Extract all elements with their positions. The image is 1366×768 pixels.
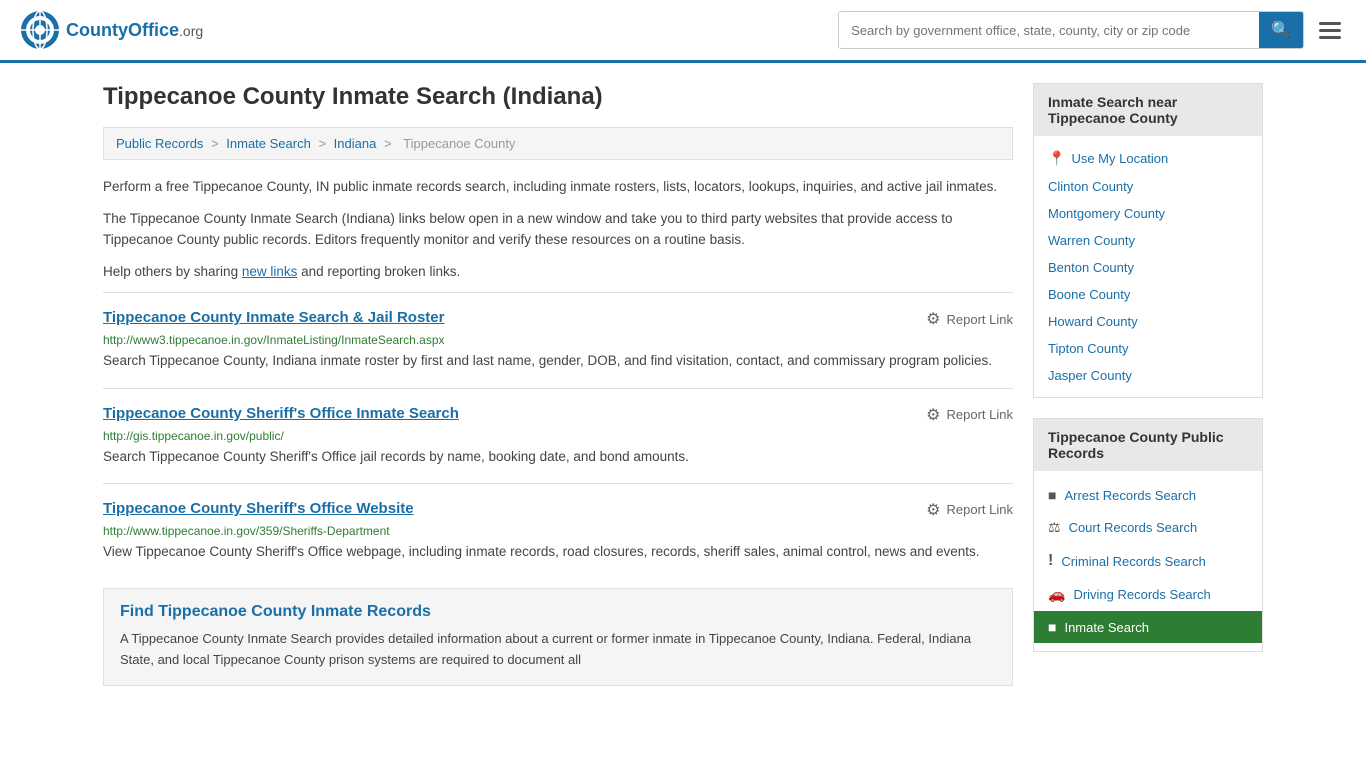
nearby-title: Inmate Search near Tippecanoe County [1034,84,1262,136]
result-1-header: Tippecanoe County Inmate Search & Jail R… [103,309,1013,329]
result-item-3: Tippecanoe County Sheriff's Office Websi… [103,483,1013,578]
arrest-icon: ■ [1048,487,1056,503]
breadcrumb-sep-2: > [318,136,329,151]
result-1-url[interactable]: http://www3.tippecanoe.in.gov/InmateList… [103,333,1013,347]
sidebar-item-benton[interactable]: Benton County [1034,254,1262,281]
result-3-title[interactable]: Tippecanoe County Sheriff's Office Websi… [103,500,414,517]
page-title: Tippecanoe County Inmate Search (Indiana… [103,83,1013,111]
nearby-box: Inmate Search near Tippecanoe County 📍 U… [1033,83,1263,398]
result-3-url[interactable]: http://www.tippecanoe.in.gov/359/Sheriff… [103,524,1013,538]
sidebar-item-warren[interactable]: Warren County [1034,227,1262,254]
public-criminal-records[interactable]: ! Criminal Records Search [1034,544,1262,578]
breadcrumb-public-records[interactable]: Public Records [116,136,203,151]
result-1-report-label: Report Link [947,312,1013,327]
breadcrumb-indiana[interactable]: Indiana [334,136,377,151]
breadcrumb-inmate-search[interactable]: Inmate Search [226,136,311,151]
driving-records-link[interactable]: Driving Records Search [1073,587,1210,602]
court-records-link[interactable]: Court Records Search [1069,520,1198,535]
find-records-title: Find Tippecanoe County Inmate Records [120,603,996,621]
location-icon: 📍 [1048,150,1065,167]
find-records-text: A Tippecanoe County Inmate Search provid… [120,629,996,671]
report-icon-1: ⚙ [926,309,940,329]
intro-text-3: Help others by sharing new links and rep… [103,261,1013,283]
driving-icon: 🚗 [1048,586,1065,603]
sidebar-item-clinton[interactable]: Clinton County [1034,173,1262,200]
use-my-location[interactable]: 📍 Use My Location [1034,144,1262,173]
result-1-title[interactable]: Tippecanoe County Inmate Search & Jail R… [103,309,444,326]
sidebar-item-boone[interactable]: Boone County [1034,281,1262,308]
site-header: CountyOffice.org 🔍 [0,0,1366,63]
inmate-search-link[interactable]: Inmate Search [1064,620,1149,635]
use-location-label: Use My Location [1071,151,1168,166]
find-records-section: Find Tippecanoe County Inmate Records A … [103,588,1013,686]
report-icon-2: ⚙ [926,405,940,425]
clinton-county-link[interactable]: Clinton County [1048,179,1133,194]
menu-line-3 [1319,36,1341,39]
hamburger-menu-button[interactable] [1314,17,1346,44]
intro-text-1: Perform a free Tippecanoe County, IN pub… [103,176,1013,198]
arrest-records-link[interactable]: Arrest Records Search [1064,488,1196,503]
header-right: 🔍 [838,11,1346,49]
public-records-title: Tippecanoe County Public Records [1034,419,1262,471]
warren-county-link[interactable]: Warren County [1048,233,1135,248]
sidebar-item-jasper[interactable]: Jasper County [1034,362,1262,389]
menu-line-1 [1319,22,1341,25]
breadcrumb: Public Records > Inmate Search > Indiana… [103,127,1013,160]
search-input[interactable] [839,15,1259,46]
result-3-header: Tippecanoe County Sheriff's Office Websi… [103,500,1013,520]
result-item-2: Tippecanoe County Sheriff's Office Inmat… [103,388,1013,483]
intro3-prefix: Help others by sharing [103,264,242,279]
breadcrumb-sep-1: > [211,136,222,151]
public-arrest-records[interactable]: ■ Arrest Records Search [1034,479,1262,511]
public-inmate-search[interactable]: ■ Inmate Search [1034,611,1262,643]
court-icon: ⚖ [1048,519,1061,536]
result-2-title[interactable]: Tippecanoe County Sheriff's Office Inmat… [103,405,459,422]
result-2-header: Tippecanoe County Sheriff's Office Inmat… [103,405,1013,425]
sidebar-item-howard[interactable]: Howard County [1034,308,1262,335]
nearby-content: 📍 Use My Location Clinton County Montgom… [1034,136,1262,397]
result-3-report[interactable]: ⚙ Report Link [926,500,1013,520]
intro3-suffix: and reporting broken links. [297,264,460,279]
result-3-desc: View Tippecanoe County Sheriff's Office … [103,542,1013,562]
intro-text-2: The Tippecanoe County Inmate Search (Ind… [103,208,1013,251]
result-2-desc: Search Tippecanoe County Sheriff's Offic… [103,447,1013,467]
public-records-box: Tippecanoe County Public Records ■ Arres… [1033,418,1263,652]
result-3-report-label: Report Link [947,502,1013,517]
result-2-report[interactable]: ⚙ Report Link [926,405,1013,425]
criminal-icon: ! [1048,552,1053,570]
search-bar: 🔍 [838,11,1304,49]
sidebar-item-montgomery[interactable]: Montgomery County [1034,200,1262,227]
criminal-records-link[interactable]: Criminal Records Search [1061,554,1206,569]
public-court-records[interactable]: ⚖ Court Records Search [1034,511,1262,544]
search-button[interactable]: 🔍 [1259,12,1303,48]
search-icon: 🔍 [1271,22,1291,39]
menu-line-2 [1319,29,1341,32]
logo[interactable]: CountyOffice.org [20,10,203,50]
benton-county-link[interactable]: Benton County [1048,260,1134,275]
result-1-report[interactable]: ⚙ Report Link [926,309,1013,329]
new-links-link[interactable]: new links [242,264,298,279]
report-icon-3: ⚙ [926,500,940,520]
breadcrumb-current: Tippecanoe County [403,136,515,151]
public-records-content: ■ Arrest Records Search ⚖ Court Records … [1034,471,1262,651]
jasper-county-link[interactable]: Jasper County [1048,368,1132,383]
howard-county-link[interactable]: Howard County [1048,314,1138,329]
content-area: Tippecanoe County Inmate Search (Indiana… [103,83,1013,686]
inmate-icon: ■ [1048,619,1056,635]
breadcrumb-sep-3: > [384,136,395,151]
sidebar: Inmate Search near Tippecanoe County 📍 U… [1033,83,1263,686]
sidebar-item-tipton[interactable]: Tipton County [1034,335,1262,362]
logo-icon [20,10,60,50]
montgomery-county-link[interactable]: Montgomery County [1048,206,1165,221]
result-2-url[interactable]: http://gis.tippecanoe.in.gov/public/ [103,429,1013,443]
logo-text: CountyOffice.org [66,20,203,41]
public-driving-records[interactable]: 🚗 Driving Records Search [1034,578,1262,611]
result-item-1: Tippecanoe County Inmate Search & Jail R… [103,292,1013,387]
result-1-desc: Search Tippecanoe County, Indiana inmate… [103,351,1013,371]
main-container: Tippecanoe County Inmate Search (Indiana… [83,63,1283,706]
tipton-county-link[interactable]: Tipton County [1048,341,1128,356]
result-2-report-label: Report Link [947,407,1013,422]
boone-county-link[interactable]: Boone County [1048,287,1130,302]
